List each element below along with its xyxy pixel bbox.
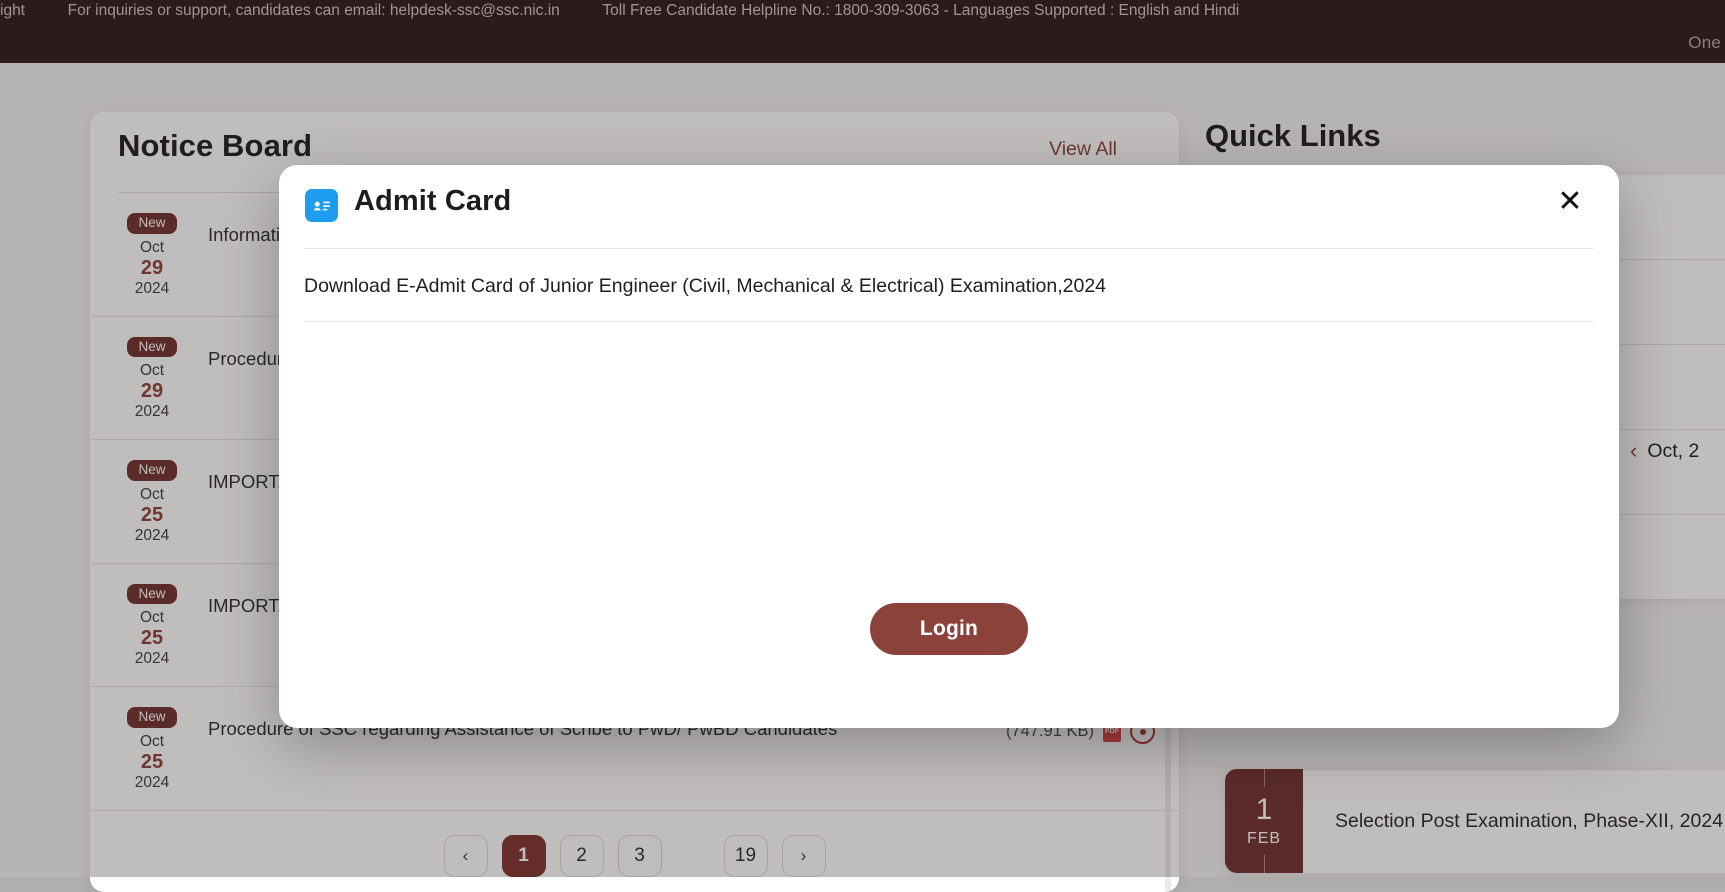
modal-bottom-divider [304, 321, 1594, 322]
admit-card-modal: Admit Card ✕ Download E-Admit Card of Ju… [279, 165, 1619, 728]
modal-description: Download E-Admit Card of Junior Engineer… [304, 275, 1107, 297]
login-button[interactable]: Login [869, 603, 1029, 655]
modal-header: Admit Card ✕ [279, 165, 1619, 248]
modal-top-divider [304, 248, 1594, 249]
contact-card-icon [305, 189, 338, 222]
modal-title: Admit Card [354, 185, 512, 217]
modal-footer: Login [279, 603, 1619, 655]
close-icon[interactable]: ✕ [1549, 181, 1591, 223]
